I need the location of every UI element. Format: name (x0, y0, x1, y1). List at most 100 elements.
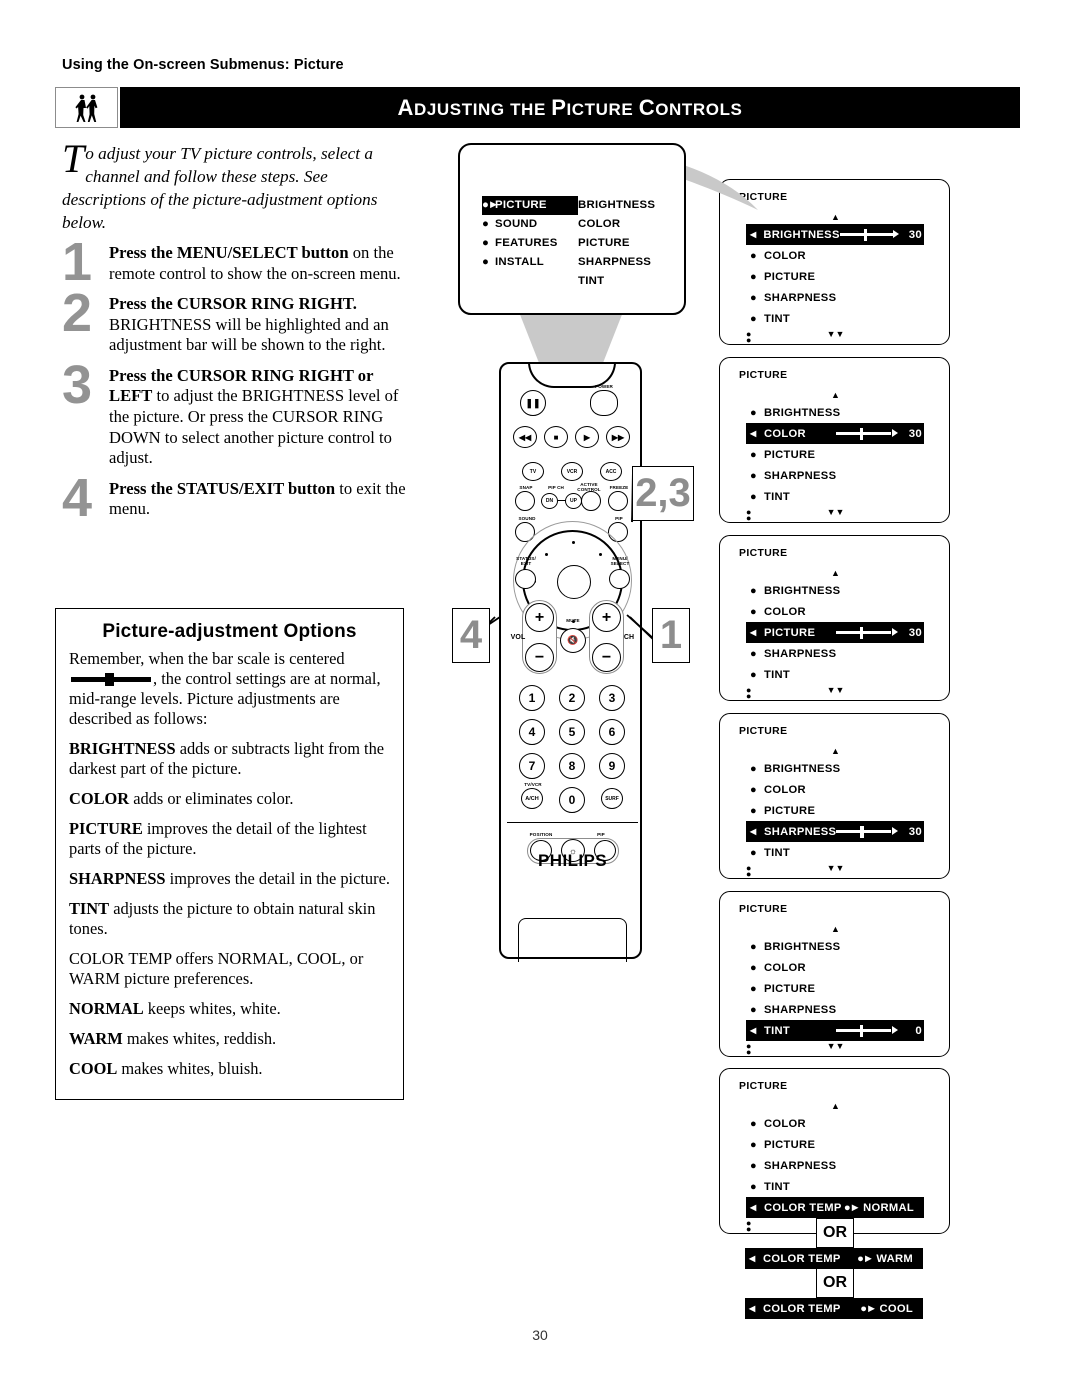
osd-row-label: COLOR TEMP (764, 1201, 842, 1214)
osd-row[interactable]: ● TINT (746, 842, 940, 863)
color-temp-cool-value: ●► COOL (860, 1302, 913, 1315)
keypad-6-button[interactable]: 6 (599, 719, 625, 745)
osd-row[interactable]: ◀ TINT 0 (746, 1020, 924, 1041)
keypad-0-button[interactable]: 0 (559, 787, 585, 813)
tv-screen: ●►PICTURE ● SOUND ● FEATURES ● INSTALL BRIG… (458, 143, 686, 315)
keypad-7-button[interactable]: 7 (519, 753, 545, 779)
osd-row[interactable]: ● COLOR (746, 1113, 940, 1134)
intro-dropcap: T (62, 136, 85, 181)
tv-menu-label: INSTALL (495, 256, 544, 268)
osd-row[interactable]: ● COLOR (746, 779, 940, 800)
osd-row-value: 0 (915, 1024, 922, 1037)
keypad-label: 4 (528, 725, 536, 739)
running-head: Using the On-screen Submenus: Picture (62, 57, 344, 73)
steps-list: 1 Press the MENU/SELECT button on the re… (62, 235, 412, 530)
tv-menu-item[interactable]: ● SOUND (482, 215, 578, 234)
osd-row-label: TINT (764, 846, 791, 859)
osd-row-label: TINT (764, 490, 791, 503)
scroll-up-icon: ▲ (831, 568, 840, 578)
osd-row[interactable]: ● TINT (746, 308, 940, 329)
keypad-label: 3 (608, 691, 616, 705)
keypad-5-button[interactable]: 5 (559, 719, 585, 745)
osd-row[interactable]: ● PICTURE (746, 978, 940, 999)
osd-row[interactable]: ● COLOR (746, 957, 940, 978)
osd-row[interactable]: ● PICTURE (746, 800, 940, 821)
osd-slider[interactable] (836, 1024, 898, 1037)
a-ch-button[interactable]: A/CH (521, 788, 543, 809)
color-temp-warm-label: COLOR TEMP (763, 1252, 841, 1265)
osd-row[interactable]: ● BRIGHTNESS (746, 580, 940, 601)
position-label: POSITION (529, 832, 553, 837)
osd-row[interactable]: ● BRIGHTNESS (746, 402, 940, 423)
osd-row-label: PICTURE (764, 982, 816, 995)
title-part-e: C (638, 94, 656, 120)
osd-slider[interactable] (839, 228, 899, 241)
title-part-b: DJUSTING THE (414, 99, 552, 119)
keypad-8-button[interactable]: 8 (559, 753, 585, 779)
osd-row[interactable]: ● SHARPNESS (746, 999, 940, 1020)
keypad-2-button[interactable]: 2 (559, 685, 585, 711)
osd-slider[interactable] (836, 427, 898, 440)
osd-row[interactable]: ◀ COLOR 30 (746, 423, 924, 444)
keypad-label: 8 (568, 759, 576, 773)
osd-row-value: 30 (908, 427, 922, 440)
osd-slider[interactable] (836, 825, 899, 838)
osd-row[interactable]: ◀ COLOR TEMP ●► NORMAL (746, 1197, 924, 1218)
osd-row-label: BRIGHTNESS (764, 406, 841, 419)
keypad-9-button[interactable]: 9 (599, 753, 625, 779)
tv-menu-item[interactable]: ●►PICTURE (482, 196, 578, 215)
callout-1: 1 (652, 608, 690, 663)
power-button[interactable] (590, 390, 618, 416)
keypad-label: 5 (568, 725, 576, 739)
osd-row-label: PICTURE (764, 448, 816, 461)
option-term: WARM (69, 1029, 123, 1049)
osd-row[interactable]: ● PICTURE (746, 266, 940, 287)
osd-list: ● BRIGHTNESS ● COLOR ◀ PICTURE 30 ● SHARPNESS… (746, 580, 940, 685)
osd-row[interactable]: ● SHARPNESS (746, 1155, 940, 1176)
color-temp-warm-bar[interactable]: ◀ COLOR TEMP ●► WARM (745, 1248, 923, 1269)
keypad-3-button[interactable]: 3 (599, 685, 625, 711)
step-number: 2 (62, 283, 93, 344)
tv-menu-item[interactable]: ● INSTALL (482, 253, 578, 272)
osd-row[interactable]: ● SHARPNESS (746, 287, 940, 308)
keypad-label: 9 (608, 759, 616, 773)
option-item: WARM makes whites, reddish. (69, 1029, 390, 1049)
osd-title: PICTURE (739, 548, 788, 559)
pip-bottom-label: PIP (597, 832, 605, 837)
tv-menu-label: PICTURE (495, 199, 547, 211)
scroll-up-icon: ▲ (831, 924, 840, 934)
keypad-label: 0 (568, 793, 576, 807)
osd-row-label: COLOR (764, 1117, 806, 1130)
option-desc: adds or eliminates color. (129, 789, 294, 809)
osd-row[interactable]: ● TINT (746, 1176, 940, 1197)
tv-menu-item[interactable]: ● FEATURES (482, 234, 578, 253)
osd-row[interactable]: ● PICTURE (746, 1134, 940, 1155)
osd-slider[interactable] (836, 626, 898, 639)
osd-panel-tint: PICTURE ▲ ● BRIGHTNESS ● COLOR ● PICTURE ● S… (719, 891, 950, 1057)
color-temp-cool-bar[interactable]: ◀ COLOR TEMP ●► COOL (745, 1298, 923, 1319)
callout-2-3: 2,3 (632, 466, 694, 521)
osd-row[interactable]: ● SHARPNESS (746, 643, 940, 664)
osd-row[interactable]: ● SHARPNESS (746, 465, 940, 486)
osd-list: ◀ BRIGHTNESS 30 ● COLOR ● PICTURE ● SHARPNESS… (746, 224, 940, 329)
osd-row[interactable]: ● COLOR (746, 601, 940, 622)
osd-row[interactable]: ● BRIGHTNESS (746, 758, 940, 779)
pause-button[interactable]: ❚❚ (520, 390, 546, 416)
osd-row[interactable]: ◀ SHARPNESS 30 (746, 821, 924, 842)
osd-row[interactable]: ● BRIGHTNESS (746, 936, 940, 957)
tv-submenu-item: SHARPNESS (578, 256, 652, 268)
keypad-4-button[interactable]: 4 (519, 719, 545, 745)
osd-row[interactable]: ◀ BRIGHTNESS 30 (746, 224, 924, 245)
option-term: COOL (69, 1059, 118, 1079)
callout-4: 4 (452, 608, 490, 663)
osd-row[interactable]: ● PICTURE (746, 444, 940, 465)
tv-menu-left-column: ●►PICTURE ● SOUND ● FEATURES ● INSTALL (482, 196, 578, 272)
keypad-1-button[interactable]: 1 (519, 685, 545, 711)
osd-row[interactable]: ● COLOR (746, 245, 940, 266)
surf-button[interactable]: SURF (601, 788, 623, 809)
osd-row[interactable]: ◀ PICTURE 30 (746, 622, 924, 643)
osd-row-label: SHARPNESS (764, 1003, 837, 1016)
osd-row[interactable]: ● TINT (746, 486, 940, 507)
osd-row[interactable]: ● TINT (746, 664, 940, 685)
option-desc: keeps whites, white. (143, 999, 281, 1019)
